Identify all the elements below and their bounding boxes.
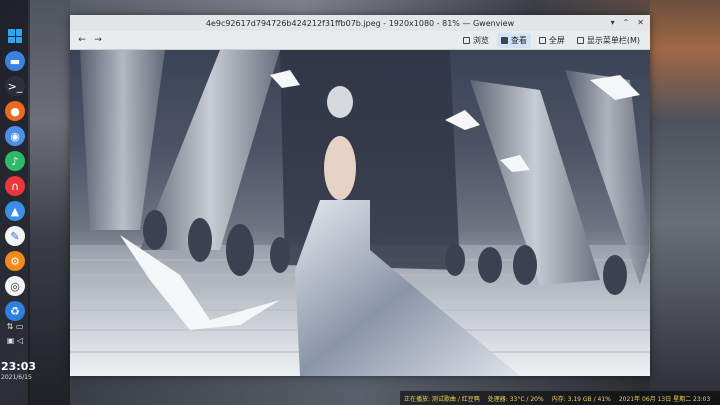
start-menu-button[interactable] xyxy=(5,26,25,46)
memory-status-text: 内存: 3.19 GB / 41% xyxy=(551,395,611,403)
home-icon xyxy=(462,36,470,44)
fullscreen-button[interactable]: 全屏 xyxy=(535,33,569,48)
headphones-icon[interactable]: ∩ xyxy=(5,176,25,196)
view-label: 查看 xyxy=(510,35,527,45)
minimize-icon[interactable]: ▾ xyxy=(611,18,615,27)
music-player-icon[interactable]: ♪ xyxy=(5,151,25,171)
window-controls: ▾ ⌃ ✕ xyxy=(611,18,644,27)
chrome-icon[interactable]: ◉ xyxy=(5,126,25,146)
close-icon[interactable]: ✕ xyxy=(637,18,644,27)
desktop-wallpaper-left xyxy=(28,0,72,405)
terminal-icon[interactable]: >_ xyxy=(5,76,25,96)
system-status-bar: 正在播放: 测试歌曲 / 红豆鸭 处理器: 33°C / 20% 内存: 3.1… xyxy=(400,391,720,405)
window-title: 4e9c92617d794726b424212f31ffb07b.jpeg - … xyxy=(205,18,515,28)
now-playing-text: 正在播放: 测试歌曲 / 红豆鸭 xyxy=(404,395,480,403)
show-menubar-button[interactable]: 显示菜单栏(M) xyxy=(573,33,644,48)
left-dock: ▬ >_ ● ◉ ♪ ∩ ▲ ✎ ⚙ ◎ ♻ ⇅ ▭ ▣ ◁ 23:03 202… xyxy=(0,0,36,405)
desktop-wallpaper-top xyxy=(70,0,650,15)
forward-arrow-icon[interactable]: → xyxy=(90,35,106,45)
disc-icon[interactable]: ◎ xyxy=(5,276,25,296)
fullscreen-icon xyxy=(538,36,546,44)
cpu-status-text: 处理器: 33°C / 20% xyxy=(487,395,544,403)
browse-label: 浏览 xyxy=(472,35,489,45)
maximize-icon[interactable]: ⌃ xyxy=(623,18,630,27)
window-titlebar[interactable]: 4e9c92617d794726b424212f31ffb07b.jpeg - … xyxy=(70,15,650,31)
fullscreen-label: 全屏 xyxy=(548,35,565,45)
tray-volume-icon[interactable]: ▣ ◁ xyxy=(2,336,28,345)
clock-time[interactable]: 23:03 xyxy=(1,360,36,373)
view-button[interactable]: 查看 xyxy=(496,32,531,48)
browse-button[interactable]: 浏览 xyxy=(459,33,493,48)
gwenview-window: 4e9c92617d794726b424212f31ffb07b.jpeg - … xyxy=(70,15,650,376)
menubar-icon xyxy=(576,36,584,44)
clock-date: 2021/6/15 xyxy=(1,374,32,381)
displayed-image xyxy=(70,50,650,376)
tray-network-icon[interactable]: ⇅ ▭ xyxy=(2,322,28,331)
image-viewer-icon[interactable]: ▲ xyxy=(5,201,25,221)
settings-gear-icon[interactable]: ⚙ xyxy=(5,251,25,271)
show-menubar-label: 显示菜单栏(M) xyxy=(586,35,640,45)
firefox-icon[interactable]: ● xyxy=(5,101,25,121)
image-icon xyxy=(500,36,508,44)
recycle-bin-icon[interactable]: ♻ xyxy=(5,301,25,321)
image-viewport[interactable] xyxy=(70,50,650,376)
main-toolbar: ← → 浏览 查看 全屏 显示菜单栏(M) xyxy=(70,31,650,50)
text-editor-icon[interactable]: ✎ xyxy=(5,226,25,246)
desktop-wallpaper-right xyxy=(650,0,720,405)
datetime-text: 2021年 06月 13日 星期二 23:03 xyxy=(618,395,711,403)
file-manager-icon[interactable]: ▬ xyxy=(5,51,25,71)
windows-logo-icon xyxy=(8,29,22,43)
back-arrow-icon[interactable]: ← xyxy=(74,35,90,45)
